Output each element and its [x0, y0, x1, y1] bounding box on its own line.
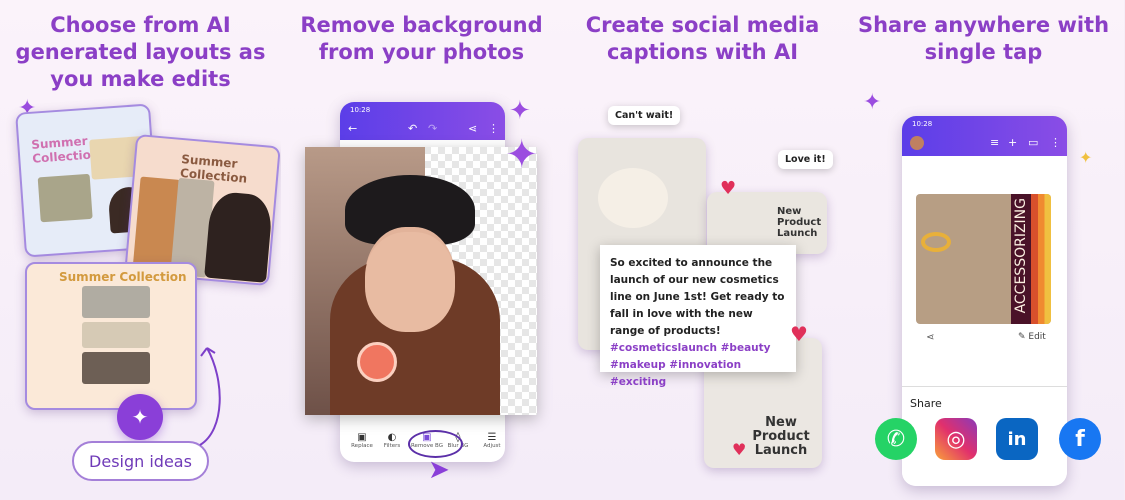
app-bar: 10:28 ≡ + ▭ ⋮	[902, 116, 1067, 156]
headline: Create social media captions with AI	[585, 13, 820, 64]
whatsapp-icon[interactable]: ✆	[875, 418, 917, 460]
panel-remove-bg: Remove background from your photos 10:28…	[281, 0, 562, 500]
tool-filters[interactable]: ◐ Filters	[377, 432, 407, 488]
sparkle-icon: ✦	[509, 96, 531, 126]
layout-card[interactable]: Summer Collection	[25, 262, 197, 410]
tool-adjust[interactable]: ☰ Adjust	[477, 432, 507, 488]
reaction-bubble: Can't wait!	[608, 106, 681, 125]
more-icon[interactable]: ⋮	[488, 122, 499, 135]
share-icon[interactable]: ⋖	[468, 122, 477, 135]
photo-canvas[interactable]	[305, 147, 537, 415]
instagram-icon[interactable]: ◎	[935, 418, 977, 460]
heart-icon: ♥	[790, 322, 808, 346]
filters-icon: ◐	[387, 432, 397, 443]
cursor-icon: ➤	[428, 455, 450, 485]
highlight-circle	[408, 430, 463, 458]
curved-arrow-icon	[199, 347, 221, 446]
edit-button[interactable]: ✎ Edit	[1018, 332, 1046, 342]
status-time: 10:28	[350, 106, 371, 114]
back-icon[interactable]: ←	[348, 122, 357, 135]
sparkle-icon: ✦	[505, 132, 539, 178]
tool-replace[interactable]: ▣ Replace	[347, 432, 377, 488]
headline: Share anywhere with single tap	[857, 13, 1110, 64]
more-icon[interactable]: ⋮	[1050, 136, 1061, 149]
design-preview[interactable]: ACCESSORIZING	[916, 194, 1051, 324]
filter-icon[interactable]: ≡	[990, 136, 999, 149]
share-icon[interactable]: ⋖	[926, 332, 934, 343]
card-text: New Product Launch	[752, 415, 810, 458]
panel-ai-captions: Create social media captions with AI New…	[562, 0, 843, 500]
app-bar: 10:28 ← ↶ ↷ ⋖ ⋮	[340, 102, 505, 140]
share-sheet: Share	[902, 386, 1067, 486]
design-ideas-button[interactable]: Design ideas	[72, 441, 209, 481]
ai-magic-button[interactable]: ✦	[117, 394, 163, 440]
folder-icon[interactable]: ▭	[1028, 136, 1038, 149]
poster-text: ACCESSORIZING	[1011, 198, 1031, 314]
headline: Remove background from your photos	[300, 13, 543, 64]
caption-card[interactable]: So excited to announce the launch of our…	[600, 245, 796, 388]
heart-icon: ♥	[732, 440, 747, 459]
phone-mockup: 10:28 ≡ + ▭ ⋮ ACCESSORIZING ⋖ ✎ Edit Sha…	[902, 116, 1067, 486]
heart-icon: ♥	[720, 178, 737, 199]
sparkle-icon: ✦	[131, 405, 149, 429]
card-title: Summer Collection	[59, 270, 187, 284]
undo-icon[interactable]: ↶	[408, 122, 417, 135]
sparkle-icon: ✦	[863, 90, 882, 115]
caption-text: So excited to announce the launch of our…	[610, 257, 785, 337]
panel-share: Share anywhere with single tap ✦ ✦ 10:28…	[843, 0, 1124, 500]
sparkle-icon: ✦	[1079, 148, 1093, 167]
sliders-icon: ☰	[487, 432, 497, 443]
facebook-icon[interactable]: f	[1059, 418, 1101, 460]
redo-icon[interactable]: ↷	[428, 122, 437, 135]
linkedin-icon[interactable]: in	[996, 418, 1038, 460]
caption-hashtags: #cosmeticslaunch #beauty #makeup #innova…	[610, 342, 771, 388]
add-icon[interactable]: +	[1008, 136, 1017, 149]
avatar[interactable]	[910, 136, 924, 150]
share-title: Share	[910, 397, 942, 410]
reaction-bubble: Love it!	[778, 150, 833, 169]
status-time: 10:28	[912, 120, 933, 128]
panel-ai-layouts: Choose from AI generated layouts as you …	[0, 0, 281, 500]
image-icon: ▣	[357, 432, 367, 443]
headline: Choose from AI generated layouts as you …	[15, 13, 266, 91]
card-text: New Product Launch	[777, 206, 822, 239]
